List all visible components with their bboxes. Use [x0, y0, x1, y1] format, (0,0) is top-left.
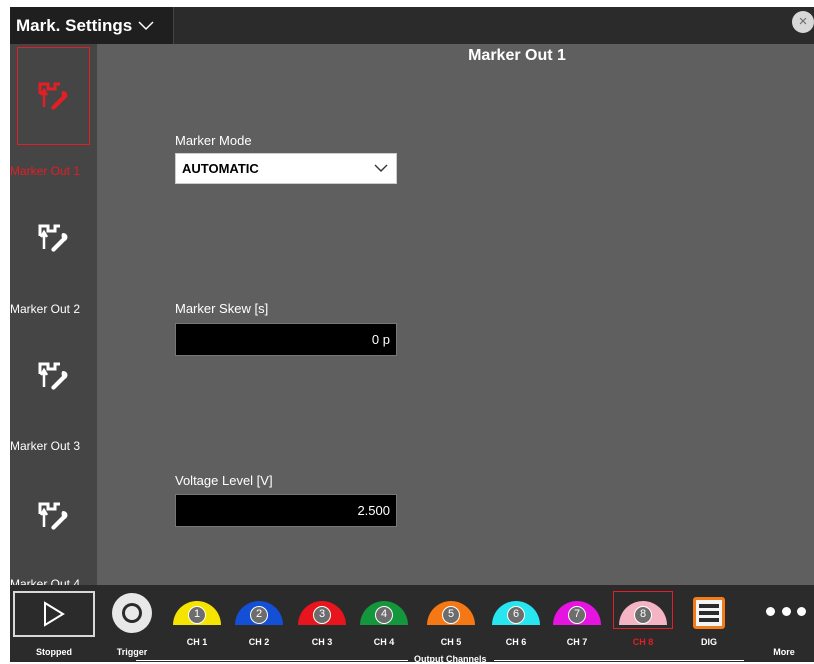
sidebar-item-label: Marker Out 3: [10, 439, 81, 453]
sidebar-item-marker-out-4[interactable]: Marker Out 4: [10, 459, 97, 592]
channel-7-label: CH 7: [566, 637, 588, 647]
divider: [136, 660, 408, 661]
channel-6-label: CH 6: [505, 637, 527, 647]
channel-4-label: CH 4: [373, 637, 395, 647]
channel-3-label: CH 3: [311, 637, 333, 647]
sidebar: Marker Out 1 Marker Out 2 Marker Out 3 M…: [10, 44, 97, 592]
page-title: Marker Out 1: [468, 47, 566, 64]
digital-channels-icon[interactable]: [693, 597, 725, 629]
marker-mode-label: Marker Mode: [175, 133, 252, 148]
marker-out-icon: [17, 189, 90, 287]
channel-1-label: CH 1: [186, 637, 208, 647]
channel-2-label: CH 2: [248, 637, 270, 647]
output-channels-label: Output Channels: [414, 654, 487, 664]
chevron-down-icon: [138, 20, 154, 30]
sidebar-item-marker-out-2[interactable]: Marker Out 2: [10, 184, 97, 319]
marker-mode-value: AUTOMATIC: [182, 161, 259, 176]
trigger-label: Trigger: [116, 647, 148, 657]
title-bar: Mark. Settings ×: [10, 7, 814, 44]
marker-out-icon: [17, 467, 90, 565]
channel-5-icon[interactable]: 5: [427, 599, 475, 633]
more-label: More: [773, 647, 795, 657]
more-icon[interactable]: [766, 607, 806, 619]
bottom-toolbar: Stopped Trigger 1 CH 1 2 CH 2 3 CH 3 4 C…: [10, 585, 814, 664]
marker-skew-label: Marker Skew [s]: [175, 301, 269, 316]
channel-8-icon[interactable]: 8: [619, 599, 667, 633]
sidebar-item-label: Marker Out 2: [10, 302, 81, 316]
chevron-down-icon: [374, 164, 388, 172]
stopped-label: Stopped: [36, 647, 72, 657]
marker-out-icon: [17, 47, 90, 145]
channel-7-icon[interactable]: 7: [553, 599, 601, 633]
marker-out-icon: [17, 327, 90, 425]
channel-2-icon[interactable]: 2: [235, 599, 283, 633]
sidebar-item-marker-out-1[interactable]: Marker Out 1: [10, 47, 97, 182]
settings-menu-button[interactable]: Mark. Settings: [10, 7, 174, 44]
play-icon: [44, 601, 65, 627]
close-icon[interactable]: ×: [792, 11, 814, 33]
sidebar-item-marker-out-3[interactable]: Marker Out 3: [10, 322, 97, 457]
channel-5-label: CH 5: [440, 637, 462, 647]
app-window: Mark. Settings × Marker Out 1 Marker Out…: [10, 7, 814, 664]
marker-skew-input[interactable]: 0 p: [175, 323, 397, 356]
sidebar-item-label: Marker Out 1: [10, 164, 81, 178]
dig-label: DIG: [700, 637, 717, 647]
channel-1-icon[interactable]: 1: [173, 599, 221, 633]
channel-3-icon[interactable]: 3: [298, 599, 346, 633]
marker-mode-dropdown[interactable]: AUTOMATIC: [175, 153, 397, 184]
channel-8-label: CH 8: [632, 637, 654, 647]
channel-4-icon[interactable]: 4: [360, 599, 408, 633]
voltage-level-input[interactable]: 2.500: [175, 494, 397, 527]
window-title: Mark. Settings: [16, 15, 133, 35]
divider: [494, 660, 744, 661]
channel-6-icon[interactable]: 6: [492, 599, 540, 633]
voltage-level-label: Voltage Level [V]: [175, 473, 273, 488]
run-stop-button[interactable]: [13, 591, 95, 637]
trigger-icon[interactable]: [112, 593, 152, 633]
